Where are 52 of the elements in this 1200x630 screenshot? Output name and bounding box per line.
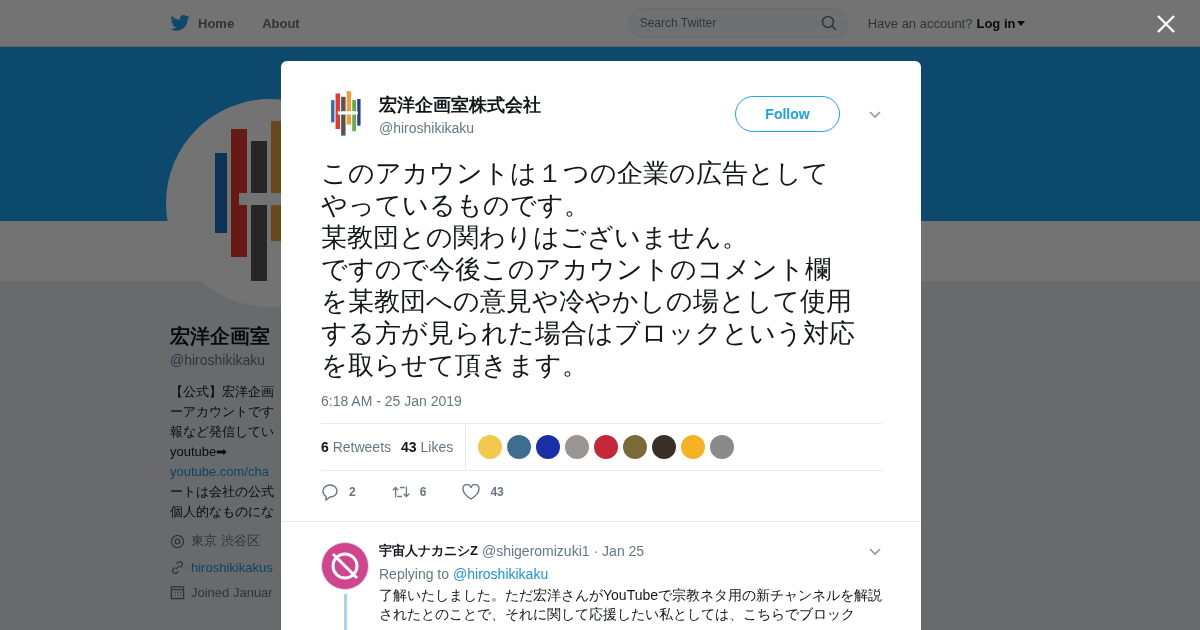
replying-to-link[interactable]: @hiroshikikaku: [453, 566, 549, 582]
profile-name: 宏洋企画室: [170, 324, 270, 349]
reply-author-name: 宇宙人ナカニシZ: [379, 542, 478, 560]
tweet-text-line: ですので今後このアカウントのコメント欄: [321, 253, 831, 285]
liker-avatar[interactable]: [536, 435, 561, 459]
retweet-icon: [391, 484, 410, 500]
liker-avatar[interactable]: [652, 435, 677, 459]
bio-line: ーアカウントです: [170, 403, 274, 421]
account-handle: @hiroshikikaku: [379, 119, 476, 136]
heart-icon: [462, 484, 481, 500]
tweet-text-line: する方が見られた場合はブロックという対応: [321, 317, 855, 349]
reply-button[interactable]: 2: [321, 483, 356, 501]
retweet-button[interactable]: 6: [391, 484, 427, 500]
close-icon[interactable]: [1156, 14, 1176, 34]
thread-line: [343, 594, 347, 630]
reply-date: · Jan 25: [593, 543, 645, 559]
tweet-text-line: を某教団への意見や冷やかしの場として使用: [321, 285, 852, 317]
like-button[interactable]: 43: [462, 484, 504, 500]
link-icon: [170, 560, 185, 575]
liker-avatar[interactable]: [507, 435, 532, 459]
home-link[interactable]: Home: [170, 15, 235, 31]
retweets-count[interactable]: 6 Retweets: [321, 439, 392, 455]
account-name: 宏洋企画室株式会社: [379, 93, 542, 117]
tweet-text-line: を取らせて頂きます。: [321, 349, 588, 381]
bird-icon: [170, 15, 190, 31]
tweet-text-line: このアカウントは１つの企業の広告として: [321, 157, 829, 189]
bio-line: 【公式】宏洋企画: [170, 383, 274, 401]
tweet-text-line: やっているものです。: [321, 189, 590, 221]
bio-line: youtube➡: [170, 443, 228, 461]
login-link[interactable]: Log in: [976, 15, 1026, 31]
profile-handle: @hiroshikikaku: [170, 352, 266, 368]
replying-label: Replying to: [379, 566, 450, 582]
speech-bubble-icon: [321, 483, 339, 501]
calendar-icon: [170, 585, 185, 600]
reply-avatar: [321, 542, 369, 590]
bio-line: 個人的なものにな: [170, 503, 274, 521]
tweet-timestamp: 6:18 AM - 25 Jan 2019: [321, 393, 462, 409]
profile-joined: Joined Januar: [191, 585, 273, 600]
caret-icon: [1017, 20, 1026, 26]
search-field[interactable]: Search Twitter: [627, 8, 848, 38]
tweet-text-line: 某教団との関わりはございません。: [321, 221, 748, 253]
reply-author-handle: @shigeromizuki1: [481, 543, 590, 559]
about-link[interactable]: About: [262, 15, 300, 31]
search-icon[interactable]: [820, 15, 837, 31]
bio-line: 報など発信してい: [170, 423, 274, 441]
follow-button[interactable]: Follow: [735, 96, 840, 132]
reply-text: 了解いたしました。ただ宏洋さんがYouTubeで宗教ネタ用の新チャンネルを解説されたとのことで、それに関して応援したい私としては、こちらでブロック: [379, 586, 882, 624]
account-prompt: Have an account?: [867, 15, 973, 31]
liker-avatar[interactable]: [594, 435, 619, 459]
bio-line: ートは会社の公式: [170, 483, 274, 501]
likes-count[interactable]: 43 Likes: [401, 439, 454, 455]
location-pin-icon: [170, 533, 185, 549]
